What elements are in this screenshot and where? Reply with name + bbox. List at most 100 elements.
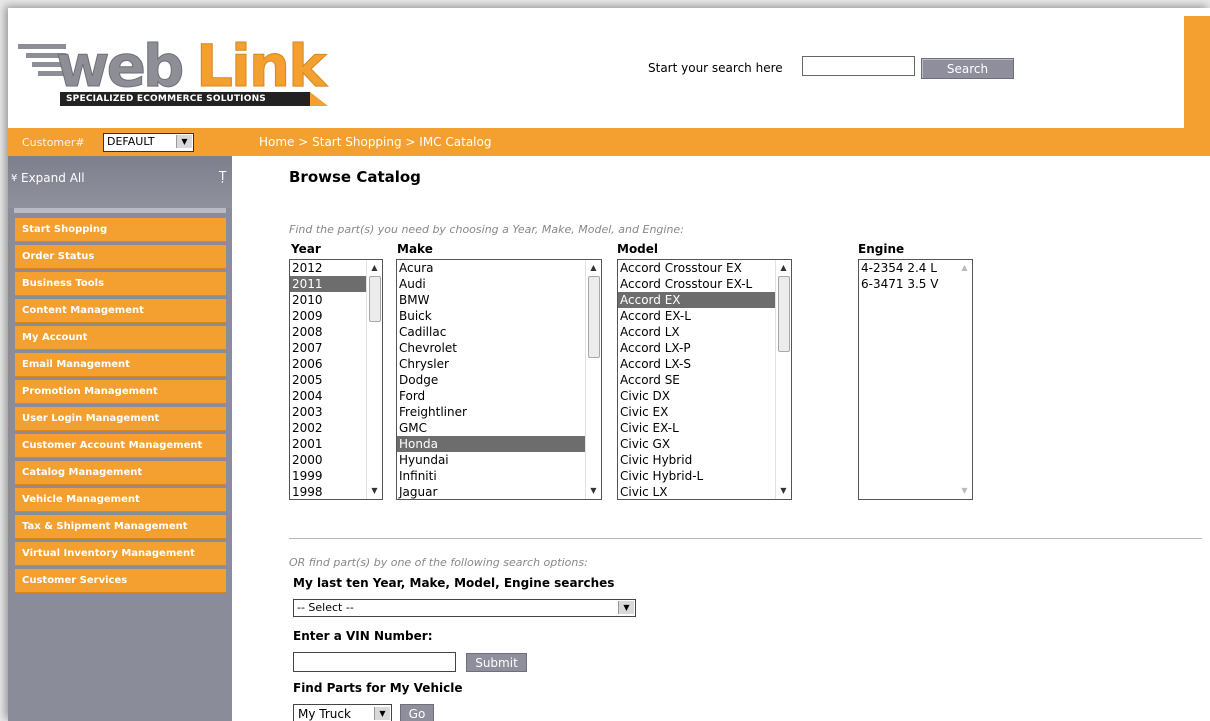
sidebar-item-catalog-management[interactable]: Catalog Management [15, 461, 226, 485]
model-option[interactable]: Civic EX-L [618, 420, 791, 436]
last-searches-label: My last ten Year, Make, Model, Engine se… [293, 576, 615, 590]
vin-input[interactable] [293, 652, 456, 672]
scroll-thumb[interactable] [778, 276, 790, 352]
alt-search-instructions: OR find part(s) by one of the following … [289, 556, 588, 569]
sidebar-item-email-management[interactable]: Email Management [15, 353, 226, 377]
app-window: web Link SPECIALIZED ECOMMERCE SOLUTIONS… [8, 8, 1210, 721]
make-option[interactable]: Freightliner [397, 404, 601, 420]
year-scrollbar[interactable]: ▲ ▼ [366, 260, 382, 499]
vehicle-go-button[interactable]: Go [400, 704, 434, 721]
scroll-thumb[interactable] [588, 276, 600, 358]
make-option[interactable]: Jaguar [397, 484, 601, 499]
scroll-up-icon[interactable]: ▲ [776, 261, 791, 275]
sidebar-item-customer-services[interactable]: Customer Services [15, 569, 226, 593]
model-option[interactable]: Accord LX [618, 324, 791, 340]
model-option[interactable]: Accord EX [618, 292, 791, 308]
year-listbox[interactable]: 2012 2011 2010 2009 2008 2007 2006 2005 2004 2003… [289, 259, 383, 500]
model-option[interactable]: Civic LX [618, 484, 791, 499]
chevron-down-icon[interactable]: ▼ [176, 135, 192, 148]
search-label: Start your search here [648, 61, 783, 75]
make-option[interactable]: BMW [397, 292, 601, 308]
make-option[interactable]: Acura [397, 260, 601, 276]
customer-label: Customer# [22, 136, 85, 149]
make-option[interactable]: Chrysler [397, 356, 601, 372]
make-option[interactable]: Hyundai [397, 452, 601, 468]
scroll-thumb[interactable] [369, 276, 381, 322]
scroll-up-icon[interactable]: ▲ [367, 261, 382, 275]
make-option[interactable]: Cadillac [397, 324, 601, 340]
sidebar-item-tax-shipment-management[interactable]: Tax & Shipment Management [15, 515, 226, 539]
scroll-up-icon[interactable]: ▲ [586, 261, 601, 275]
last-searches-value: -- Select -- [297, 601, 354, 614]
model-option[interactable]: Civic DX [618, 388, 791, 404]
model-scrollbar[interactable]: ▲ ▼ [775, 260, 791, 499]
make-option[interactable]: Audi [397, 276, 601, 292]
customer-select[interactable]: DEFAULT ▼ [103, 133, 194, 152]
search-input[interactable] [802, 56, 915, 76]
scroll-up-icon[interactable]: ▲ [957, 261, 972, 275]
make-scrollbar[interactable]: ▲ ▼ [585, 260, 601, 499]
model-option[interactable]: Accord LX-P [618, 340, 791, 356]
sidebar-item-customer-account-management[interactable]: Customer Account Management [15, 434, 226, 458]
model-option[interactable]: Accord Crosstour EX-L [618, 276, 791, 292]
make-option[interactable]: Ford [397, 388, 601, 404]
last-searches-select[interactable]: -- Select -- ▼ [293, 599, 636, 617]
catalog-instructions: Find the part(s) you need by choosing a … [289, 223, 684, 236]
engine-label: Engine [858, 242, 905, 256]
make-option[interactable]: Honda [397, 436, 601, 452]
sidebar-item-business-tools[interactable]: Business Tools [15, 272, 226, 296]
vehicle-select[interactable]: My Truck ▼ [293, 704, 392, 721]
model-option[interactable]: Civic GX [618, 436, 791, 452]
model-option[interactable]: Accord EX-L [618, 308, 791, 324]
make-option[interactable]: Chevrolet [397, 340, 601, 356]
chevron-down-icon[interactable]: ▼ [618, 601, 634, 614]
weblink-logo[interactable]: web Link SPECIALIZED ECOMMERCE SOLUTIONS [16, 28, 336, 114]
engine-option[interactable]: 6-3471 3.5 V [859, 276, 972, 292]
svg-text:web: web [56, 32, 182, 100]
sidebar-item-user-login-management[interactable]: User Login Management [15, 407, 226, 431]
model-listbox[interactable]: Accord Crosstour EX Accord Crosstour EX-L… [617, 259, 792, 500]
sidebar-item-order-status[interactable]: Order Status [15, 245, 226, 269]
sidebar-item-my-account[interactable]: My Account [15, 326, 226, 350]
sidebar-item-vehicle-management[interactable]: Vehicle Management [15, 488, 226, 512]
model-option[interactable]: Civic EX [618, 404, 791, 420]
scroll-down-icon[interactable]: ▼ [367, 484, 382, 498]
model-option[interactable]: Accord Crosstour EX [618, 260, 791, 276]
vin-submit-button[interactable]: Submit [466, 653, 527, 672]
pin-icon[interactable]: Ț [219, 169, 226, 183]
sidebar-menu: Start Shopping Order Status Business Too… [15, 218, 226, 596]
model-option[interactable]: Civic Hybrid-L [618, 468, 791, 484]
make-option[interactable]: GMC [397, 420, 601, 436]
engine-listbox[interactable]: 4-2354 2.4 L 6-3471 3.5 V ▲ ▼ [858, 259, 973, 500]
make-option[interactable]: Infiniti [397, 468, 601, 484]
scroll-down-icon[interactable]: ▼ [957, 484, 972, 498]
expand-all-header[interactable]: ¥ Expand All Ț [8, 156, 232, 208]
search-button[interactable]: Search [921, 58, 1014, 79]
breadcrumb[interactable]: Home > Start Shopping > IMC Catalog [259, 135, 491, 149]
scroll-down-icon[interactable]: ▼ [586, 484, 601, 498]
svg-text:Link: Link [196, 32, 328, 100]
engine-option[interactable]: 4-2354 2.4 L [859, 260, 972, 276]
sidebar: ¥ Expand All Ț Start Shopping Order Stat… [8, 156, 232, 721]
section-divider [289, 538, 1202, 539]
double-chevron-down-icon[interactable]: ¥ [11, 173, 17, 184]
model-label: Model [617, 242, 659, 256]
vehicle-select-value: My Truck [298, 707, 351, 721]
model-option[interactable]: Accord SE [618, 372, 791, 388]
sidebar-item-virtual-inventory-management[interactable]: Virtual Inventory Management [15, 542, 226, 566]
page-title: Browse Catalog [289, 168, 421, 186]
chevron-down-icon[interactable]: ▼ [374, 707, 390, 720]
model-option[interactable]: Accord LX-S [618, 356, 791, 372]
expand-all-label[interactable]: Expand All [21, 171, 85, 185]
sidebar-item-promotion-management[interactable]: Promotion Management [15, 380, 226, 404]
engine-scrollbar[interactable]: ▲ ▼ [957, 260, 972, 499]
model-option[interactable]: Civic Hybrid [618, 452, 791, 468]
make-listbox[interactable]: Acura Audi BMW Buick Cadillac Chevrolet Chrysl… [396, 259, 602, 500]
make-option[interactable]: Buick [397, 308, 601, 324]
top-nav-bar: Customer# DEFAULT ▼ Home > Start Shoppin… [8, 128, 1210, 156]
my-vehicle-label: Find Parts for My Vehicle [293, 681, 463, 695]
sidebar-item-content-management[interactable]: Content Management [15, 299, 226, 323]
make-option[interactable]: Dodge [397, 372, 601, 388]
scroll-down-icon[interactable]: ▼ [776, 484, 791, 498]
sidebar-item-start-shopping[interactable]: Start Shopping [15, 218, 226, 242]
